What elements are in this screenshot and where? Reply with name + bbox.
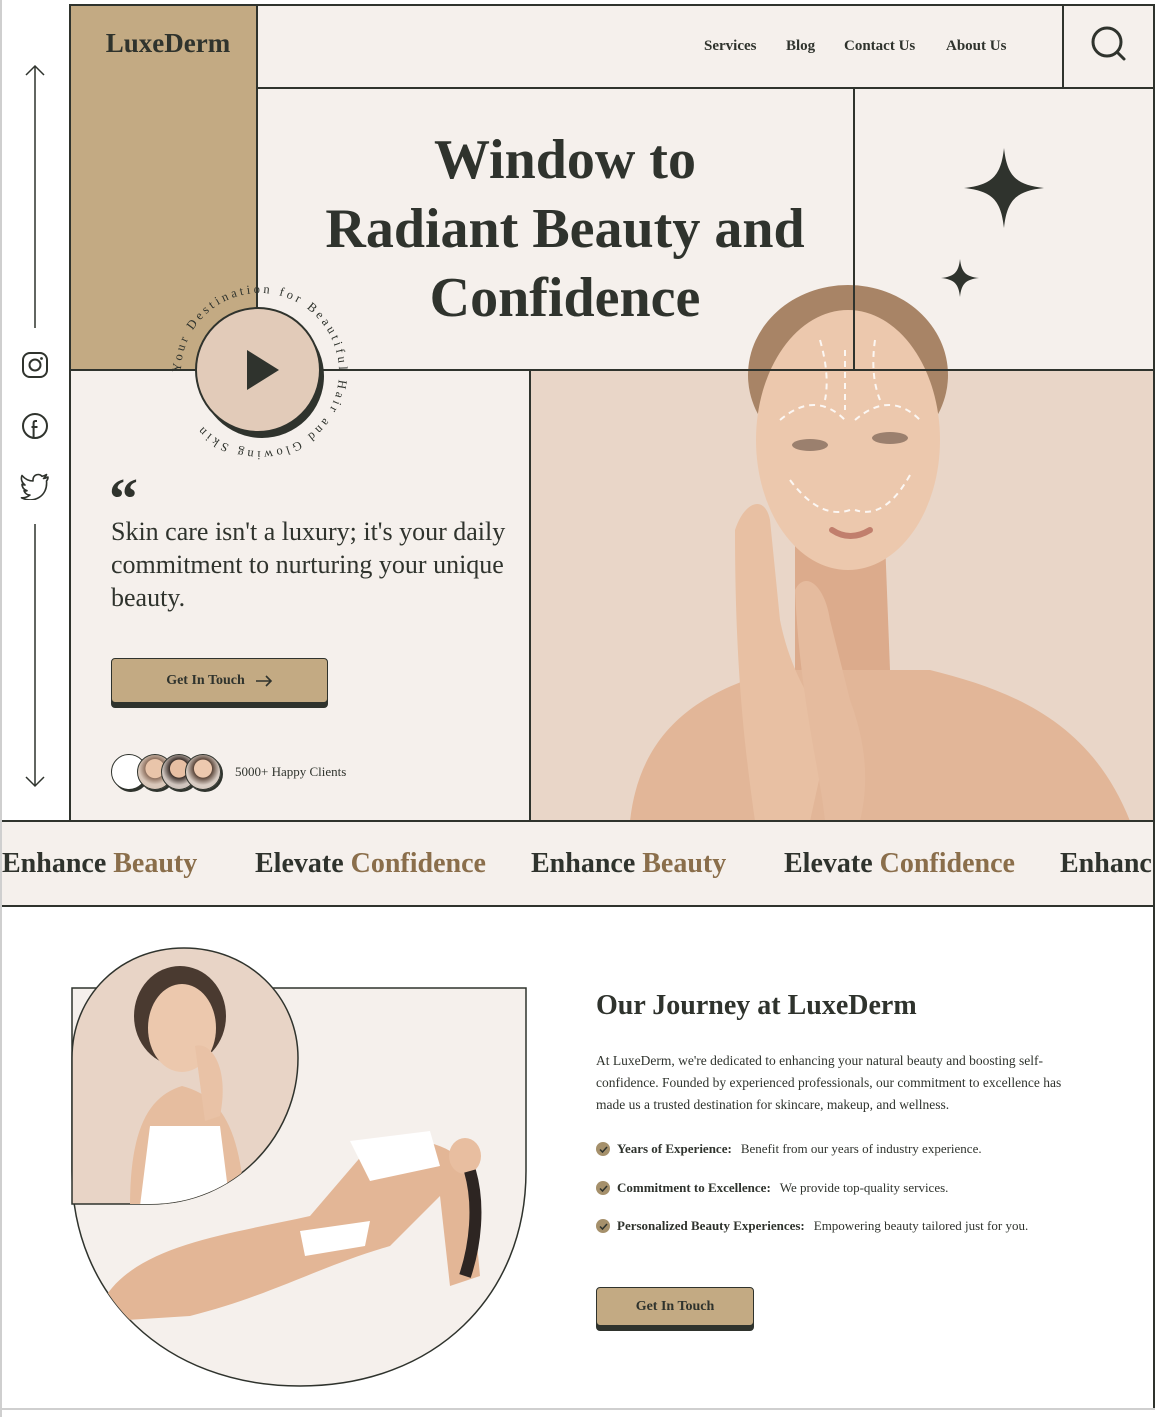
about-images: [71, 947, 527, 1387]
hero-title: Window to Radiant Beauty and Confidence: [260, 126, 870, 333]
sparkle-icon: [964, 148, 1044, 228]
marquee-item: Enhance Beauty: [531, 848, 727, 879]
feature-item: Years of Experience: Benefit from our ye…: [596, 1141, 982, 1157]
feature-item: Commitment to Excellence: We provide top…: [596, 1180, 948, 1196]
check-icon: [596, 1181, 610, 1195]
play-icon[interactable]: [243, 348, 283, 392]
facebook-icon[interactable]: [21, 412, 49, 440]
hero-get-in-touch-button[interactable]: Get In Touch: [111, 658, 328, 703]
brand-logo[interactable]: LuxeDerm: [69, 28, 267, 59]
arrow-right-icon: [255, 674, 272, 687]
twitter-icon[interactable]: [20, 472, 50, 500]
about-get-in-touch-button[interactable]: Get In Touch: [596, 1287, 754, 1326]
client-avatars: [111, 754, 231, 792]
hero-title-line-3: Confidence: [429, 267, 701, 329]
check-icon: [596, 1142, 610, 1156]
about-title: Our Journey at LuxeDerm: [596, 990, 917, 1021]
feature-item: Personalized Beauty Experiences: Empower…: [596, 1218, 1028, 1234]
arrow-up-icon[interactable]: [24, 62, 46, 332]
hero-quote: Skin care isn't a luxury; it's your dail…: [111, 517, 506, 612]
instagram-icon[interactable]: [21, 351, 49, 379]
nav-about-us[interactable]: About Us: [946, 38, 1006, 55]
marquee-item: Elevate Confidence: [255, 848, 486, 879]
feature-text: Empowering beauty tailored just for you.: [813, 1218, 1029, 1233]
marquee-item: Enhanc: [1060, 848, 1152, 879]
about-body: At LuxeDerm, we're dedicated to enhancin…: [596, 1053, 1062, 1112]
feature-title: Personalized Beauty Experiences:: [617, 1218, 805, 1233]
happy-clients-count: 5000+ Happy Clients: [235, 764, 347, 779]
nav-blog[interactable]: Blog: [786, 38, 815, 55]
feature-title: Years of Experience:: [617, 1141, 732, 1156]
sparkle-small-icon: [941, 259, 979, 297]
hero-title-line-1: Window to: [434, 129, 696, 191]
marquee-item: Enhance Beauty: [2, 848, 198, 879]
about-cta-label: Get In Touch: [635, 1298, 715, 1314]
feature-text: Benefit from our years of industry exper…: [740, 1141, 982, 1156]
search-icon[interactable]: [1090, 25, 1128, 63]
hero-cta-label: Get In Touch: [166, 672, 245, 688]
nav-services[interactable]: Services: [704, 38, 756, 55]
check-icon: [596, 1219, 610, 1233]
hero-title-line-2: Radiant Beauty and: [325, 198, 805, 260]
arrow-down-icon[interactable]: [24, 522, 46, 790]
feature-title: Commitment to Excellence:: [617, 1180, 771, 1195]
nav-contact-us[interactable]: Contact Us: [844, 38, 915, 55]
page: LuxeDerm Services Blog Contact Us About …: [0, 0, 1169, 1417]
marquee-item: Elevate Confidence: [784, 848, 1015, 879]
feature-text: We provide top-quality services.: [779, 1180, 949, 1195]
avatar: [185, 754, 221, 790]
